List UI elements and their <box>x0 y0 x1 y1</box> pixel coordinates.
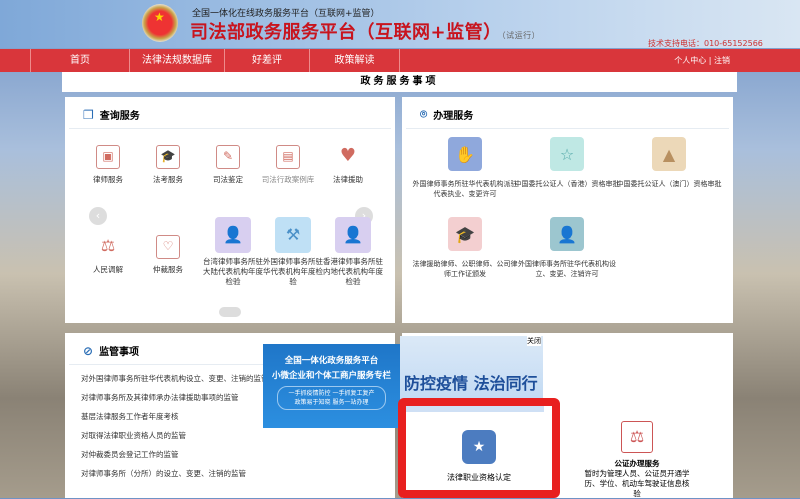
nav-rating[interactable]: 好差评 <box>225 49 310 72</box>
location-pin-icon: ⌾ <box>420 107 428 121</box>
nav-law-database[interactable]: 法律法规数据库 <box>130 49 225 72</box>
banner-text: 防控疫情 法治同行 <box>404 374 538 393</box>
graduation-cap-icon: 🎓 <box>448 217 482 251</box>
badge-icon: ▲ <box>652 137 686 171</box>
handle-item[interactable]: 👤 外国律师事务所驻华代表机构设立、变更、注销许可 <box>512 217 622 279</box>
service-case-library[interactable]: ▤ 司法行政案例库 <box>257 145 319 185</box>
service-appraisal[interactable]: ✎ 司法鉴定 <box>197 145 259 185</box>
national-emblem-logo: ★ <box>142 4 178 42</box>
service-arbitration[interactable]: ♡ 仲裁服务 <box>137 235 199 275</box>
user-links: 个人中心 | 注销 <box>674 55 730 66</box>
gavel-check-icon: ⚒ <box>275 217 311 253</box>
small-business-banner[interactable]: 全国一体化政务服务平台 小微企业和个体工商户服务专栏 一手抓疫情防控 一手抓复工… <box>263 344 400 428</box>
notary-service[interactable]: ⚖ 公证办理服务 暂时为管理人员、公证员开通学历、学位、机动车驾驶证信息核验 <box>582 421 692 499</box>
badge-star-icon: ☆ <box>550 137 584 171</box>
person-check-icon: 👤 <box>215 217 251 253</box>
supervise-item[interactable]: 对律师事务所（分所）的设立、变更、注销的监管 <box>65 464 395 483</box>
carousel-prev-button[interactable]: ‹ <box>89 207 107 225</box>
supervise-item[interactable]: 对取得法律职业资格人员的监管 <box>65 426 395 445</box>
handle-item[interactable]: ☆ 中国委托公证人（香港）资格审批 <box>512 137 622 189</box>
logout-link[interactable]: 注销 <box>714 56 730 65</box>
panel-title: 办理服务 <box>433 111 474 122</box>
close-button[interactable]: 关闭 <box>527 336 541 346</box>
scales-icon: ⚖ <box>621 421 653 453</box>
service-taiwan-inspection[interactable]: 👤 台湾律师事务所驻大陆代表机构年度检验 <box>202 217 264 287</box>
handle-item[interactable]: ✋ 外国律师事务所驻华代表机构派驻代表执业、变更许可 <box>410 137 520 199</box>
handle-item[interactable]: ▲ 中国委托公证人（澳门）资格审批 <box>614 137 724 189</box>
service-foreign-inspection[interactable]: ⚒ 外国律师事务所驻华代表机构年度检验 <box>262 217 324 287</box>
nav-home[interactable]: 首页 <box>30 49 130 72</box>
id-card-icon: ▣ <box>96 145 120 169</box>
compass-icon: ⊘ <box>83 343 94 358</box>
service-legal-aid[interactable]: ♥ 法律援助 <box>317 145 379 185</box>
site-header: ★ 全国一体化在线政务服务平台（互联网+监管） 司法部政务服务平台（互联网+监管… <box>0 0 800 48</box>
query-services-panel: ❐ 查询服务 ▣ 律师服务 🎓 法考服务 ✎ 司法鉴定 ▤ 司法行政案例库 ♥ 法律援助 ‹… <box>65 97 395 323</box>
handle-item[interactable]: 🎓 法律援助律师、公职律师、公司律师工作证颁发 <box>410 217 520 279</box>
copy-icon: ❐ <box>83 107 94 122</box>
hand-card-icon: ✋ <box>448 137 482 171</box>
nav-policy[interactable]: 政策解读 <box>310 49 400 72</box>
graduation-cap-icon: 🎓 <box>156 145 180 169</box>
notary-description: 暂时为管理人员、公证员开通学历、学位、机动车驾驶证信息核验 <box>584 469 690 498</box>
supervise-item[interactable]: 对仲裁委员会登记工作的监管 <box>65 445 395 464</box>
panel-title: 监管事项 <box>99 347 140 358</box>
legal-qualification-label: 法律职业资格认定 <box>447 473 511 482</box>
legal-qualification-card-highlight[interactable]: ★ 法律职业资格认定 <box>398 398 560 498</box>
user-center-link[interactable]: 个人中心 <box>674 56 706 65</box>
trial-label: （试运行） <box>501 31 541 40</box>
support-phone: 技术支持电话：010-65152566 <box>648 39 763 48</box>
service-hk-inspection[interactable]: 👤 香港律师事务所驻内地代表机构年度检验 <box>322 217 384 287</box>
handle-services-panel: ⌾ 办理服务 ✋ 外国律师事务所驻华代表机构派驻代表执业、变更许可 ☆ 中国委托公证人… <box>402 97 733 323</box>
main-nav: 首页 法律法规数据库 好差评 政策解读 个人中心 | 注销 <box>0 49 800 72</box>
document-stamp-icon: ✎ <box>216 145 240 169</box>
service-exam[interactable]: 🎓 法考服务 <box>137 145 199 185</box>
panel-title: 查询服务 <box>99 111 140 122</box>
section-title: 政务服务事项 <box>62 72 737 92</box>
person-check-icon: 👤 <box>335 217 371 253</box>
service-mediation[interactable]: ⚖ 人民调解 <box>77 235 139 275</box>
person-card-icon: 👤 <box>550 217 584 251</box>
case-card-icon: ▤ <box>276 145 300 169</box>
handshake-heart-icon: ♥ <box>339 145 357 166</box>
service-lawyer[interactable]: ▣ 律师服务 <box>77 145 139 185</box>
certificate-star-icon: ★ <box>462 430 496 464</box>
separator: | <box>708 56 712 65</box>
carousel-dots[interactable] <box>219 307 241 317</box>
clipboard-heart-icon: ♡ <box>156 235 180 259</box>
site-title: 司法部政务服务平台（互联网+监管）（试运行） <box>190 22 541 43</box>
gavel-icon: ⚖ <box>100 236 116 255</box>
